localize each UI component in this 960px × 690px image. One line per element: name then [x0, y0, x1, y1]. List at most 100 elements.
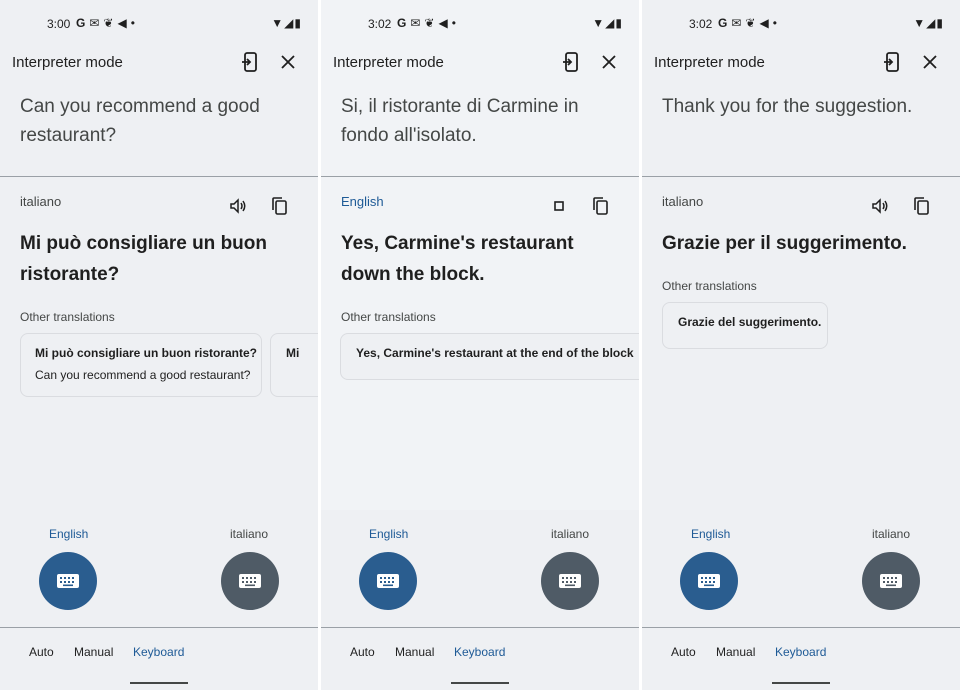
- alt-translation-title: Mi: [286, 346, 300, 360]
- bottom-divider: [642, 627, 960, 628]
- tab-auto[interactable]: Auto: [671, 645, 696, 659]
- keyboard-icon: [698, 574, 720, 588]
- stop-icon[interactable]: [549, 196, 569, 216]
- swap-screen-icon[interactable]: [238, 50, 262, 74]
- swap-screen-icon[interactable]: [559, 50, 583, 74]
- app-title: Interpreter mode: [333, 54, 444, 71]
- app-title: Interpreter mode: [654, 54, 765, 71]
- app-icon: ❦: [424, 16, 439, 30]
- keyboard-icon: [377, 574, 399, 588]
- keyboard-icon: [559, 574, 581, 588]
- right-language-label: italiano: [230, 527, 269, 541]
- google-icon: G: [76, 16, 90, 30]
- keyboard-input-button-english[interactable]: [680, 552, 738, 610]
- dot-icon: •: [772, 16, 781, 30]
- right-language-label: italiano: [551, 527, 590, 541]
- wifi-icon: ▼: [271, 16, 285, 30]
- system-icons: ▼◢▮: [592, 16, 623, 30]
- battery-icon: ▮: [294, 16, 302, 30]
- copy-icon[interactable]: [270, 196, 290, 216]
- keyboard-input-button-english[interactable]: [39, 552, 97, 610]
- left-language-label: English: [49, 527, 89, 541]
- tab-keyboard[interactable]: Keyboard: [775, 645, 826, 659]
- alt-translation-card[interactable]: Grazie del suggerimento.: [662, 302, 828, 349]
- battery-icon: ▮: [936, 16, 944, 30]
- app-bar: Interpreter mode: [12, 50, 306, 76]
- translation-text: Yes, Carmine's restaurant down the block…: [341, 233, 574, 285]
- keyboard-icon: [57, 574, 79, 588]
- app-bar: Interpreter mode: [654, 50, 948, 76]
- tab-manual[interactable]: Manual: [74, 645, 113, 659]
- swap-screen-icon[interactable]: [880, 50, 904, 74]
- alt-translation-title: Yes, Carmine's restaurant at the end of …: [356, 346, 634, 360]
- keyboard-icon: [239, 574, 261, 588]
- battery-icon: ▮: [615, 16, 623, 30]
- tab-auto[interactable]: Auto: [29, 645, 54, 659]
- left-language-label: English: [369, 527, 409, 541]
- speaker-icon[interactable]: [228, 196, 248, 216]
- source-text: Si, il ristorante di Carmine in fondo al…: [341, 96, 579, 146]
- send-icon: ◀: [438, 16, 452, 30]
- send-icon: ◀: [759, 16, 773, 30]
- app-title: Interpreter mode: [12, 54, 123, 71]
- alt-translation-title: Grazie del suggerimento.: [678, 315, 822, 329]
- copy-icon[interactable]: [912, 196, 932, 216]
- alt-translation-card[interactable]: Mi: [270, 333, 318, 397]
- tab-indicator: [451, 682, 509, 684]
- keyboard-input-button-italiano[interactable]: [221, 552, 279, 610]
- app-icon: ❦: [745, 16, 760, 30]
- alt-translation-back: Can you recommend a good restaurant?: [35, 368, 251, 382]
- status-bar: 3:00 G✉❦◀• ▼◢▮: [0, 14, 318, 34]
- tab-manual[interactable]: Manual: [395, 645, 434, 659]
- app-bar: Interpreter mode: [333, 50, 627, 76]
- app-icon: ❦: [103, 16, 118, 30]
- status-bar: 3:02 G✉❦◀• ▼◢▮: [321, 14, 639, 34]
- google-icon: G: [718, 16, 732, 30]
- source-text: Can you recommend a good restaurant?: [20, 96, 260, 146]
- signal-icon: ◢: [926, 16, 937, 30]
- alt-translation-card[interactable]: Yes, Carmine's restaurant at the end of …: [340, 333, 639, 380]
- screen-1: 3:00 G✉❦◀• ▼◢▮ Interpreter mode Can you …: [0, 0, 318, 690]
- keyboard-input-button-english[interactable]: [359, 552, 417, 610]
- tab-manual[interactable]: Manual: [716, 645, 755, 659]
- result-language: italiano: [662, 194, 704, 209]
- other-translations-label: Other translations: [662, 279, 757, 293]
- translation-text: Grazie per il suggerimento.: [662, 233, 907, 254]
- copy-icon[interactable]: [591, 196, 611, 216]
- status-time: 3:00: [47, 17, 71, 31]
- result-language: italiano: [20, 194, 62, 209]
- notification-icons: G✉❦◀•: [718, 16, 781, 30]
- dot-icon: •: [130, 16, 139, 30]
- screen-3: 3:02 G✉❦◀• ▼◢▮ Interpreter mode Thank yo…: [642, 0, 960, 690]
- alt-translation-card[interactable]: Mi può consigliare un buon ristorante? C…: [20, 333, 262, 397]
- gmail-icon: ✉: [731, 16, 746, 30]
- status-bar: 3:02 G✉❦◀• ▼◢▮: [642, 14, 960, 34]
- status-time: 3:02: [689, 17, 713, 31]
- notification-icons: G✉❦◀•: [76, 16, 139, 30]
- keyboard-input-button-italiano[interactable]: [541, 552, 599, 610]
- bottom-divider: [0, 627, 318, 628]
- tab-indicator: [772, 682, 830, 684]
- tab-keyboard[interactable]: Keyboard: [133, 645, 184, 659]
- keyboard-input-button-italiano[interactable]: [862, 552, 920, 610]
- left-language-label: English: [691, 527, 731, 541]
- keyboard-icon: [880, 574, 902, 588]
- google-icon: G: [397, 16, 411, 30]
- close-icon[interactable]: [597, 50, 621, 74]
- result-language: English: [341, 194, 384, 209]
- divider: [642, 176, 960, 177]
- speaker-icon[interactable]: [870, 196, 890, 216]
- divider: [0, 176, 318, 177]
- dot-icon: •: [451, 16, 460, 30]
- other-translations-label: Other translations: [20, 310, 115, 324]
- screens: 3:00 G✉❦◀• ▼◢▮ Interpreter mode Can you …: [0, 0, 960, 690]
- tab-keyboard[interactable]: Keyboard: [454, 645, 505, 659]
- close-icon[interactable]: [918, 50, 942, 74]
- status-time: 3:02: [368, 17, 392, 31]
- tab-auto[interactable]: Auto: [350, 645, 375, 659]
- divider: [321, 176, 639, 177]
- close-icon[interactable]: [276, 50, 300, 74]
- notification-icons: G✉❦◀•: [397, 16, 460, 30]
- screen-2: 3:02 G✉❦◀• ▼◢▮ Interpreter mode Si, il r…: [321, 0, 639, 690]
- right-language-label: italiano: [872, 527, 911, 541]
